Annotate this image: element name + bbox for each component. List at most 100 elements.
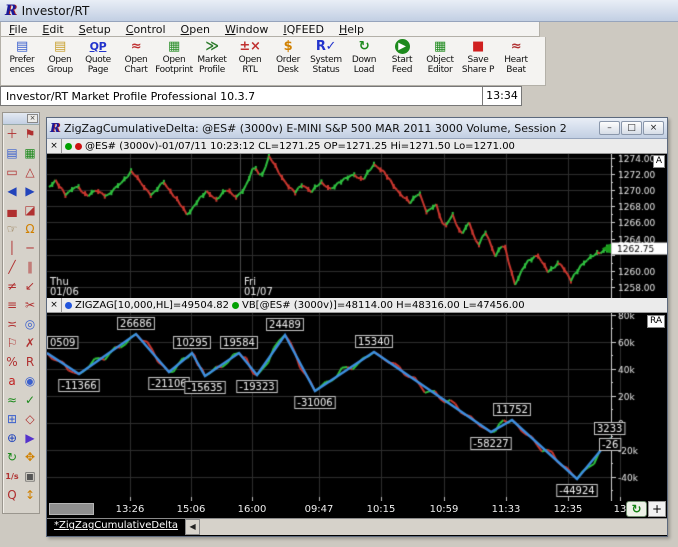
pan-hand-icon[interactable]: ✥ bbox=[22, 448, 39, 467]
menu-iqfeed[interactable]: IQFEED bbox=[283, 23, 324, 36]
toolbar-label: Group bbox=[47, 65, 73, 76]
minimize-icon[interactable]: – bbox=[599, 121, 620, 135]
chart-tab-bar: *ZigZagCumulativeDelta ◀ bbox=[47, 518, 667, 535]
maximize-icon[interactable]: □ bbox=[621, 121, 642, 135]
menu-setup[interactable]: Setup bbox=[79, 23, 111, 36]
status-clock: 13:34 bbox=[482, 87, 521, 105]
toolbar-open-footprint-button[interactable]: ▦ Open Footprint bbox=[155, 38, 193, 76]
refresh-button[interactable]: ↻ bbox=[626, 501, 647, 517]
toolbar-market-profile-button[interactable]: ≫ Market Profile bbox=[193, 38, 231, 76]
xyz-triangle-icon[interactable]: △ bbox=[22, 163, 39, 182]
zoom-in-icon[interactable]: ⊕ bbox=[4, 429, 21, 448]
window-controls: – □ × bbox=[599, 121, 664, 135]
zigzag-chart-canvas[interactable] bbox=[47, 313, 667, 501]
toolbar-label: Beat bbox=[506, 65, 526, 76]
tool-palette-grid: ＋ ⚑ ▤ ▦ ▭ △ ◀ ▶ ▄ ◪ ☞ Ω │ ─ ╱ ∥ ≠ ↙ ≡ ✂ ≍ ◎ ⚐ ✗% Ra ◉ ≈ ✓ ⊞ ◇ ⊕ ▶ ↻ ✥ 1/s ▣… bbox=[3, 125, 39, 505]
menu-file[interactable]: File bbox=[9, 23, 27, 36]
toolbar-object-editor-button[interactable]: ▦ Object Editor bbox=[421, 38, 459, 76]
text-tool-icon[interactable]: a bbox=[4, 372, 21, 391]
app-logo-icon: R bbox=[5, 2, 17, 19]
trendline-icon[interactable]: ╱ bbox=[4, 258, 21, 277]
chart-window-titlebar[interactable]: R ZigZagCumulativeDelta: @ES# (3000v) E-… bbox=[47, 118, 667, 139]
toolbar-order-desk-button[interactable]: $ Order Desk bbox=[269, 38, 307, 76]
toolbar-open-chart-button[interactable]: ≈ Open Chart bbox=[117, 38, 155, 76]
toolbar-label: Down bbox=[351, 55, 377, 65]
toolbar-save-share-button[interactable]: ■ Save Share P bbox=[459, 38, 497, 76]
menu-open[interactable]: Open bbox=[181, 23, 210, 36]
upper-panel-close-icon[interactable]: × bbox=[47, 139, 62, 153]
toolbar-open-group-button[interactable]: ▤ Open Group bbox=[41, 38, 79, 76]
profile-histogram-icon[interactable]: ▄ bbox=[4, 201, 21, 220]
horizontal-scrollbar-thumb[interactable] bbox=[49, 503, 94, 515]
not-equal-icon[interactable]: ≠ bbox=[4, 277, 21, 296]
crossed-lines-icon[interactable]: ✗ bbox=[22, 334, 39, 353]
fib-retracement-icon[interactable]: ≡ bbox=[4, 296, 21, 315]
menu-control[interactable]: Control bbox=[126, 23, 166, 36]
menu-help[interactable]: Help bbox=[339, 23, 364, 36]
horizontal-line-icon[interactable]: ─ bbox=[22, 239, 39, 258]
upper-axis-badge[interactable]: A bbox=[652, 155, 665, 168]
shape-tool-icon[interactable]: ◇ bbox=[22, 410, 39, 429]
close-icon[interactable]: × bbox=[643, 121, 664, 135]
toolbar-system-status-button[interactable]: R✓ System Status bbox=[307, 38, 345, 76]
draw-hand-icon[interactable]: ☞ bbox=[4, 220, 21, 239]
quote-list-icon[interactable]: ▤ bbox=[4, 144, 21, 163]
instrument-info: @ES# (3000v)-01/07/11 10:23:12 CL=1271.2… bbox=[85, 140, 515, 152]
refresh-icon[interactable]: ↻ bbox=[4, 448, 21, 467]
time-tick-label: 09:47 bbox=[304, 504, 334, 515]
open-rtl-icon: ±× bbox=[239, 39, 261, 54]
app-titlebar[interactable]: R Investor/RT bbox=[0, 0, 678, 22]
lower-axis-badge[interactable]: RA bbox=[646, 315, 665, 328]
scroll-right-icon[interactable]: ▶ bbox=[22, 182, 39, 201]
toolbar-heart-beat-button[interactable]: ≈ Heart Beat bbox=[497, 38, 535, 76]
parallel-lines-icon[interactable]: ∥ bbox=[22, 258, 39, 277]
toolbar-label: Heart bbox=[504, 55, 528, 65]
percent-lines-icon[interactable]: % bbox=[4, 353, 21, 372]
snapshot-icon[interactable]: ▣ bbox=[22, 467, 39, 486]
toolbar-label: Prefer bbox=[9, 55, 35, 65]
lower-panel-close-icon[interactable]: × bbox=[47, 298, 62, 312]
menu-edit[interactable]: Edit bbox=[42, 23, 63, 36]
arrow-southwest-icon[interactable]: ↙ bbox=[22, 277, 39, 296]
tool-palette-titlebar[interactable]: × bbox=[3, 113, 39, 125]
ticks-per-second-icon[interactable]: 1/s bbox=[4, 467, 21, 486]
preferences-icon: ▤ bbox=[16, 39, 28, 54]
slider-icon[interactable]: ▭ bbox=[4, 163, 21, 182]
strikeout-lines-icon[interactable]: ≍ bbox=[4, 315, 21, 334]
price-chart-canvas[interactable] bbox=[47, 154, 667, 298]
toolbar-preferences-button[interactable]: ▤ Prefer ences bbox=[3, 38, 41, 76]
vertical-line-icon[interactable]: │ bbox=[4, 239, 21, 258]
toolbar-open-rtl-button[interactable]: ±× Open RTL bbox=[231, 38, 269, 76]
flag-icon[interactable]: ⚑ bbox=[22, 125, 39, 144]
alert-bell-icon[interactable]: Ω bbox=[22, 220, 39, 239]
toolbar-down-load-button[interactable]: ↻ Down Load bbox=[345, 38, 383, 76]
trash-icon[interactable]: ▦ bbox=[22, 144, 39, 163]
toolbar-start-feed-button[interactable]: ▶ Start Feed bbox=[383, 38, 421, 76]
toolbar-label: Open bbox=[48, 55, 72, 65]
pointer-xyz-icon[interactable]: ＋ bbox=[4, 125, 21, 144]
scissors-icon[interactable]: ✂ bbox=[22, 296, 39, 315]
heart-beat-icon: ≈ bbox=[510, 39, 522, 54]
toolbar-label: Desk bbox=[277, 65, 299, 76]
add-panel-button[interactable]: + bbox=[648, 501, 666, 517]
r-marker-icon[interactable]: R bbox=[22, 353, 39, 372]
tab-zigzagcumulativedelta[interactable]: *ZigZagCumulativeDelta bbox=[47, 519, 186, 535]
toolbar-label: RTL bbox=[242, 65, 258, 76]
tab-scroll-left-icon[interactable]: ◀ bbox=[185, 519, 201, 535]
flag-r-icon[interactable]: ⚐ bbox=[4, 334, 21, 353]
zoom-q-icon[interactable]: Q bbox=[4, 486, 21, 505]
spiral-icon[interactable]: ◎ bbox=[22, 315, 39, 334]
chart-thumbnail-icon[interactable]: ◪ bbox=[22, 201, 39, 220]
play-icon[interactable]: ▶ bbox=[22, 429, 39, 448]
palette-close-icon[interactable]: × bbox=[27, 114, 38, 123]
zigzag-chart-icon[interactable]: ≈ bbox=[4, 391, 21, 410]
target-icon[interactable]: ◉ bbox=[22, 372, 39, 391]
scroll-left-icon[interactable]: ◀ bbox=[4, 182, 21, 201]
table-icon[interactable]: ⊞ bbox=[4, 410, 21, 429]
menu-window[interactable]: Window bbox=[225, 23, 268, 36]
ibm-check-icon[interactable]: ✓ bbox=[22, 391, 39, 410]
toolbar-label: Page bbox=[87, 65, 109, 76]
toolbar-quote-page-button[interactable]: QP Quote Page bbox=[79, 38, 117, 76]
toolbar-label: Object bbox=[426, 55, 454, 65]
pin-icon[interactable]: ↕ bbox=[22, 486, 39, 505]
